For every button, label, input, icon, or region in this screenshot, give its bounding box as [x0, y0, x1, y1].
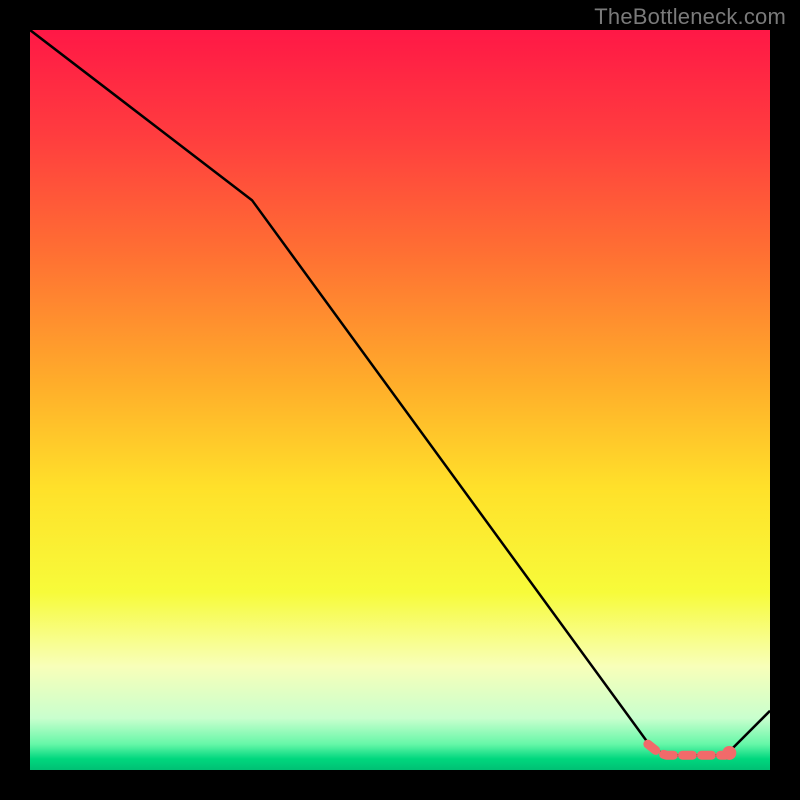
chart-plot-area	[30, 30, 770, 770]
highlight-end-marker	[722, 746, 736, 760]
watermark-text: TheBottleneck.com	[594, 4, 786, 30]
chart-frame: TheBottleneck.com	[0, 0, 800, 800]
chart-svg	[30, 30, 770, 770]
chart-background	[30, 30, 770, 770]
